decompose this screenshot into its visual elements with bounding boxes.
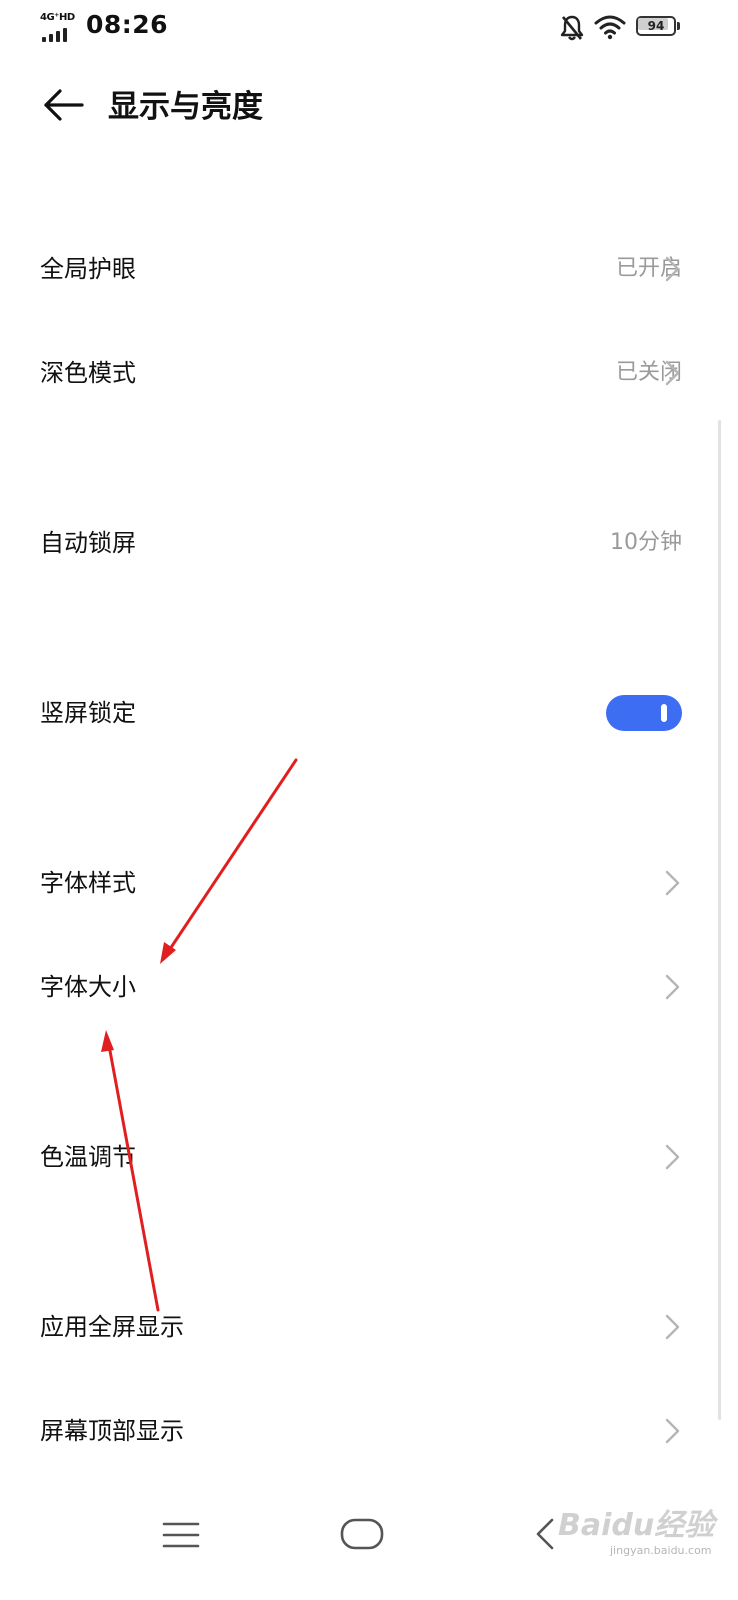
setting-label: 屏幕顶部显示 (40, 1417, 184, 1445)
setting-label: 全局护眼 (40, 255, 136, 283)
setting-row-auto-lock[interactable]: 自动锁屏 10分钟 (0, 498, 738, 588)
annotation-arrowhead-lower (101, 1030, 114, 1052)
portrait-lock-toggle[interactable] (606, 695, 682, 731)
bell-muted-icon (560, 14, 584, 42)
back-button[interactable] (38, 80, 88, 130)
back-arrow-icon (44, 89, 84, 121)
setting-label: 自动锁屏 (40, 529, 136, 557)
setting-row-screen-top-display[interactable]: 屏幕顶部显示 (0, 1386, 738, 1476)
chevron-right-icon (665, 870, 680, 896)
signal-icon: 4G⁺HD (40, 12, 80, 42)
watermark-text: Baidu经验 (558, 1508, 715, 1543)
setting-row-portrait-lock: 竖屏锁定 (0, 668, 738, 758)
watermark-logo: Baidu经验 jingyan.baidu.com (554, 1500, 724, 1560)
watermark-subtext: jingyan.baidu.com (610, 1544, 712, 1557)
home-button[interactable] (322, 1490, 402, 1560)
setting-label: 应用全屏显示 (40, 1313, 184, 1341)
setting-value: 10分钟 (610, 530, 682, 555)
setting-row-font-size[interactable]: 字体大小 (0, 942, 738, 1032)
setting-row-eye-protection[interactable]: 全局护眼 已开启 (0, 224, 738, 314)
setting-row-app-fullscreen[interactable]: 应用全屏显示 (0, 1282, 738, 1372)
status-time: 08:26 (86, 10, 169, 39)
chevron-right-icon (665, 974, 680, 1000)
home-icon (340, 1518, 384, 1550)
setting-label: 字体样式 (40, 869, 136, 897)
setting-label: 竖屏锁定 (40, 699, 136, 727)
chevron-right-icon (665, 1314, 680, 1340)
battery-icon: 94 (636, 16, 682, 38)
setting-label: 色温调节 (40, 1143, 136, 1171)
network-type: 4G⁺HD (40, 12, 75, 23)
setting-label: 深色模式 (40, 359, 136, 387)
chevron-right-icon (665, 360, 680, 386)
status-bar: 4G⁺HD 08:26 94 (0, 0, 738, 56)
wifi-icon (594, 14, 626, 40)
chevron-right-icon (665, 256, 680, 282)
setting-label: 字体大小 (40, 973, 136, 1001)
page-title: 显示与亮度 (108, 89, 263, 125)
battery-level: 94 (647, 19, 665, 33)
menu-button[interactable] (142, 1490, 222, 1560)
chevron-right-icon (665, 1418, 680, 1444)
setting-row-dark-mode[interactable]: 深色模式 已关闭 (0, 328, 738, 418)
scrollbar[interactable] (718, 420, 721, 1420)
setting-row-font-style[interactable]: 字体样式 (0, 838, 738, 928)
setting-row-color-temperature[interactable]: 色温调节 (0, 1112, 738, 1202)
chevron-right-icon (665, 1144, 680, 1170)
menu-icon (162, 1522, 200, 1548)
